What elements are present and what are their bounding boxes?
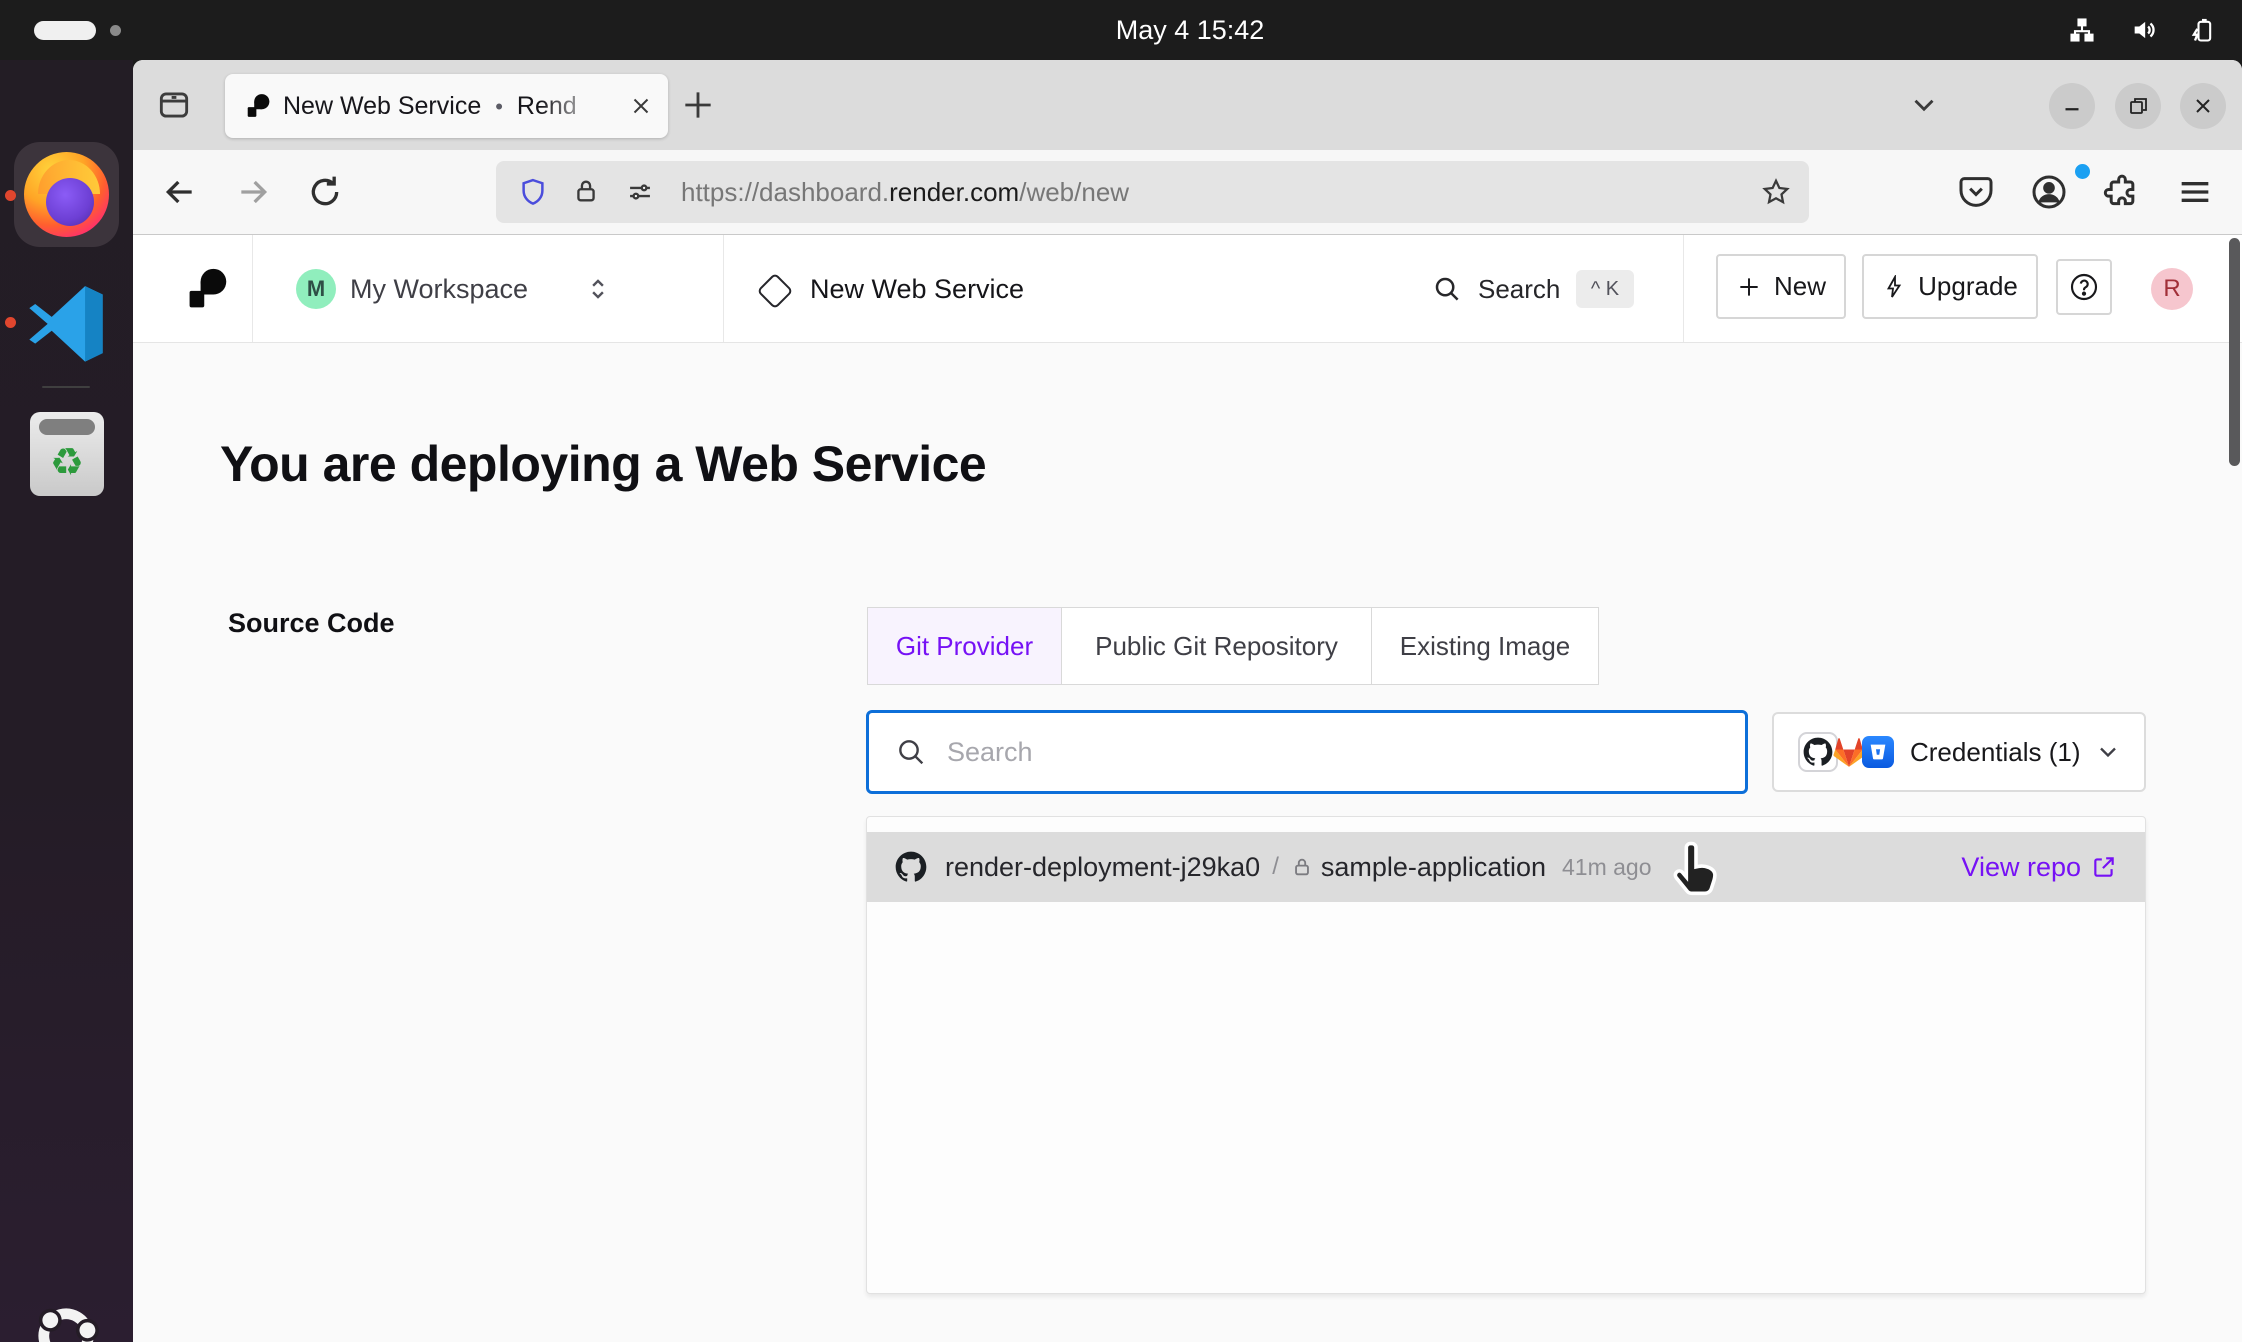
account-notification-dot: [2075, 164, 2090, 179]
repo-owner: render-deployment-j29ka0: [945, 852, 1260, 883]
credentials-label: Credentials (1): [1910, 737, 2081, 768]
credentials-dropdown[interactable]: Credentials (1): [1772, 712, 2146, 792]
search-icon[interactable]: [1432, 274, 1462, 304]
source-tabs: Git Provider Public Git Repository Exist…: [868, 607, 1599, 685]
vscode-icon: [22, 278, 110, 366]
header-divider: [723, 235, 724, 342]
volume-icon[interactable]: [2130, 16, 2158, 44]
private-lock-icon: [1291, 856, 1313, 878]
source-code-label: Source Code: [228, 608, 395, 639]
repo-row[interactable]: render-deployment-j29ka0 / sample-applic…: [867, 832, 2145, 902]
minimize-button[interactable]: [2049, 83, 2095, 129]
list-all-tabs-chevron-icon[interactable]: [1907, 88, 1941, 122]
page-title: New Web Service: [810, 235, 1024, 343]
dock-divider: [42, 386, 90, 388]
new-tab-button[interactable]: [679, 86, 717, 124]
restore-window-button[interactable]: [2115, 83, 2161, 129]
system-clock[interactable]: May 4 15:42: [1040, 0, 1340, 60]
service-diamond-icon: [757, 273, 794, 310]
workspace-avatar[interactable]: M: [296, 269, 336, 309]
repo-search-field[interactable]: [866, 710, 1748, 794]
permissions-sliders-icon[interactable]: [626, 178, 654, 206]
trash-lid: [39, 419, 95, 435]
url-bar[interactable]: https://dashboard.render.com/web/new: [496, 161, 1809, 223]
dock: ♻: [0, 60, 133, 1342]
show-applications-button[interactable]: [28, 1298, 104, 1342]
render-dashboard: M My Workspace New Web Service Search ^ …: [133, 235, 2242, 1342]
repo-name: sample-application: [1321, 852, 1546, 883]
tab-existing-image[interactable]: Existing Image: [1371, 607, 1599, 685]
external-link-icon: [2091, 854, 2117, 880]
plus-icon: [1736, 274, 1762, 300]
mouse-cursor-hand: [1669, 837, 1723, 905]
firefox-running-dot: [5, 190, 16, 201]
tab-public-git-repository[interactable]: Public Git Repository: [1061, 607, 1372, 685]
tab-close-icon[interactable]: [628, 93, 654, 119]
view-repo-link[interactable]: View repo: [1961, 852, 2117, 883]
menu-hamburger-icon[interactable]: [2175, 172, 2215, 212]
bitbucket-icon: [1862, 736, 1894, 768]
extensions-puzzle-icon[interactable]: [2102, 172, 2142, 212]
browser-window: New Web Service•Rend: [133, 60, 2242, 1342]
reload-button[interactable]: [305, 172, 345, 212]
dock-item-vscode[interactable]: [22, 278, 110, 366]
navigation-bar: https://dashboard.render.com/web/new: [133, 150, 2242, 235]
back-button[interactable]: [160, 172, 200, 212]
tab-bar: New Web Service•Rend: [133, 60, 2242, 150]
repo-updated-time: 41m ago: [1562, 854, 1652, 881]
help-button[interactable]: [2056, 259, 2112, 315]
close-window-button[interactable]: [2180, 83, 2226, 129]
new-button[interactable]: New: [1716, 254, 1846, 319]
render-favicon: [245, 93, 271, 119]
pocket-icon[interactable]: [1956, 172, 1996, 212]
lock-icon[interactable]: [572, 177, 600, 205]
header-divider: [252, 235, 253, 342]
app-header: M My Workspace New Web Service Search ^ …: [133, 235, 2242, 343]
battery-charging-icon[interactable]: [2188, 16, 2216, 44]
firefox-icon: [24, 152, 109, 237]
repo-list: render-deployment-j29ka0 / sample-applic…: [866, 816, 2146, 1294]
page-scrollbar-thumb[interactable]: [2229, 238, 2240, 466]
ubuntu-logo-icon: [28, 1298, 104, 1342]
screen: May 4 15:42: [0, 0, 2242, 1342]
workspace-name[interactable]: My Workspace: [350, 235, 528, 343]
header-search-button[interactable]: Search: [1478, 235, 1560, 343]
dock-item-firefox[interactable]: [14, 142, 119, 247]
recycle-icon: ♻: [30, 436, 104, 490]
tracking-protection-shield-icon[interactable]: [518, 177, 548, 207]
firefox-view-button[interactable]: [155, 86, 193, 124]
tab-git-provider[interactable]: Git Provider: [867, 607, 1062, 685]
deploy-heading: You are deploying a Web Service: [220, 435, 986, 493]
activities-indicator[interactable]: [34, 21, 96, 40]
network-icon[interactable]: [2068, 16, 2096, 44]
url-text[interactable]: https://dashboard.render.com/web/new: [681, 161, 1129, 223]
dock-item-trash[interactable]: ♻: [30, 412, 104, 496]
search-shortcut-badge: ^ K: [1576, 270, 1634, 308]
user-avatar[interactable]: R: [2151, 268, 2193, 310]
header-divider: [1683, 235, 1684, 342]
chevron-down-icon: [2094, 738, 2122, 766]
repo-separator: /: [1272, 853, 1279, 881]
workspace-selector-chevrons-icon[interactable]: [585, 276, 611, 302]
browser-tab[interactable]: New Web Service•Rend: [225, 74, 668, 138]
repo-search-input[interactable]: [945, 736, 1745, 769]
tab-title: New Web Service•Rend: [283, 74, 613, 138]
bookmark-star-icon[interactable]: [1761, 177, 1791, 207]
question-icon: [2068, 271, 2100, 303]
forward-button[interactable]: [233, 172, 273, 212]
github-icon: [895, 851, 927, 883]
lightning-icon: [1882, 275, 1906, 299]
search-icon: [895, 736, 927, 768]
upgrade-button[interactable]: Upgrade: [1862, 254, 2038, 319]
account-icon[interactable]: [2029, 172, 2069, 212]
system-top-bar: May 4 15:42: [0, 0, 2242, 60]
render-logo[interactable]: [185, 267, 229, 311]
vscode-running-dot: [5, 317, 16, 328]
workspace-dot-indicator: [110, 25, 121, 36]
